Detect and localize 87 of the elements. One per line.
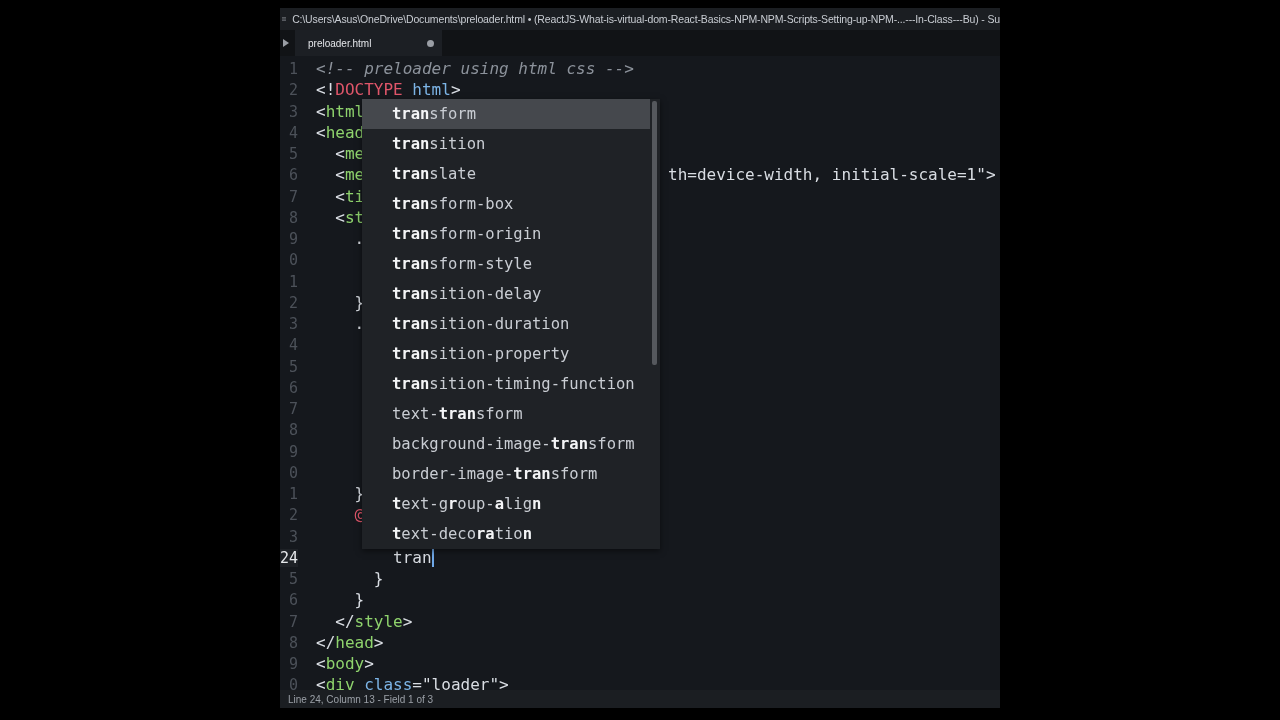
code-token: < bbox=[334, 144, 345, 164]
code-token: } bbox=[353, 590, 365, 610]
line-number: 9 bbox=[288, 655, 298, 674]
code-token: < bbox=[334, 186, 345, 206]
completion-item[interactable]: transform-origin bbox=[362, 219, 650, 249]
line-number: 2 bbox=[288, 293, 298, 312]
code-token: ="loader"> bbox=[412, 675, 509, 690]
line-number: 6 bbox=[288, 591, 298, 610]
line-number: 8 bbox=[288, 208, 298, 227]
code-token: > bbox=[450, 80, 461, 100]
completion-item[interactable]: transition-delay bbox=[362, 279, 650, 309]
completion-item[interactable]: text-decoration bbox=[362, 519, 650, 549]
menu-icon[interactable] bbox=[282, 15, 287, 23]
code-token: > bbox=[373, 632, 384, 652]
completion-item[interactable]: border-image-transform bbox=[362, 459, 650, 489]
code-token: </ bbox=[316, 632, 336, 652]
code-token: < bbox=[316, 101, 326, 121]
completion-item[interactable]: transition-property bbox=[362, 339, 650, 369]
completion-item[interactable]: transition bbox=[362, 129, 650, 159]
code-token: < bbox=[316, 675, 326, 690]
code-token: st bbox=[344, 207, 365, 227]
line-number: 3 bbox=[288, 527, 298, 546]
code-token: < bbox=[334, 207, 345, 227]
completion-item[interactable]: transition-timing-function bbox=[362, 369, 650, 399]
completion-item[interactable]: translate bbox=[362, 159, 650, 189]
sidebar-toggle-icon[interactable] bbox=[283, 39, 289, 47]
code-token: th=device-width, initial-scale=1"> bbox=[668, 165, 996, 185]
code-token: < bbox=[316, 654, 326, 674]
code-token: DOCTYPE bbox=[335, 80, 403, 100]
code-token: < bbox=[316, 122, 326, 142]
line-number: 7 bbox=[288, 612, 298, 631]
code-token: head bbox=[335, 632, 374, 652]
code-token: . bbox=[353, 229, 365, 249]
line-number: 9 bbox=[288, 230, 298, 249]
line-number: 6 bbox=[288, 378, 298, 397]
line-number: 0 bbox=[288, 676, 298, 690]
code-token: > bbox=[364, 654, 374, 674]
window-title: C:\Users\Asus\OneDrive\Documents\preloader.html • (ReactJS-What-is-virtual-dom-React-Basics-NPM-NPM-Scripts-Setting-up-NPM-...---In-Class---Bu) - Su bbox=[292, 13, 1000, 25]
line-number: 0 bbox=[288, 463, 298, 482]
completion-item[interactable]: transform-box bbox=[362, 189, 650, 219]
code-token: <!-- preloader using html css --> bbox=[316, 59, 634, 79]
code-token: } bbox=[353, 484, 365, 504]
line-number: 7 bbox=[288, 400, 298, 419]
line-number: 1 bbox=[288, 60, 298, 79]
line-number: 9 bbox=[288, 442, 298, 461]
code-token: html bbox=[411, 80, 451, 100]
code-token: class bbox=[363, 675, 413, 690]
line-number: 7 bbox=[288, 187, 298, 206]
code-token: <! bbox=[316, 80, 336, 100]
code-token: div bbox=[325, 675, 355, 690]
code-token: body bbox=[325, 654, 365, 674]
text-cursor bbox=[431, 547, 434, 567]
line-number: 8 bbox=[288, 421, 298, 440]
completion-item[interactable]: background-image-transform bbox=[362, 429, 650, 459]
completion-item[interactable]: text-transform bbox=[362, 399, 650, 429]
code-token: } bbox=[353, 292, 365, 312]
line-number: 0 bbox=[288, 251, 298, 270]
line-number: 4 bbox=[288, 123, 298, 142]
line-number: 5 bbox=[288, 357, 298, 376]
line-number: 24 bbox=[280, 548, 299, 567]
code-token: . bbox=[353, 314, 365, 334]
line-number: 1 bbox=[288, 272, 298, 291]
line-number: 2 bbox=[288, 81, 298, 100]
code-token: < bbox=[334, 165, 345, 185]
code-token: html bbox=[325, 101, 365, 121]
line-number: 1 bbox=[288, 485, 298, 504]
completion-item[interactable]: transform bbox=[362, 99, 650, 129]
line-number: 5 bbox=[288, 570, 298, 589]
code-token: tran bbox=[392, 547, 432, 567]
line-number: 6 bbox=[288, 166, 298, 185]
file-tab[interactable]: preloader.html bbox=[295, 30, 442, 56]
code-token: ti bbox=[344, 186, 365, 206]
line-number: 4 bbox=[288, 336, 298, 355]
code-token: style bbox=[354, 611, 403, 631]
line-number: 8 bbox=[288, 633, 298, 652]
completion-item[interactable]: transition-duration bbox=[362, 309, 650, 339]
completion-item[interactable]: text-group-align bbox=[362, 489, 650, 519]
line-number: 3 bbox=[288, 315, 298, 334]
code-token: } bbox=[372, 569, 384, 589]
scrollbar-thumb[interactable] bbox=[652, 101, 657, 365]
status-text: Line 24, Column 13 - Field 1 of 3 bbox=[288, 693, 434, 705]
code-token: > bbox=[402, 611, 413, 631]
line-number: 3 bbox=[288, 102, 298, 121]
completion-item[interactable]: transform-style bbox=[362, 249, 650, 279]
line-number: 2 bbox=[288, 506, 298, 525]
code-token: </ bbox=[334, 611, 355, 631]
line-number: 5 bbox=[288, 145, 298, 164]
